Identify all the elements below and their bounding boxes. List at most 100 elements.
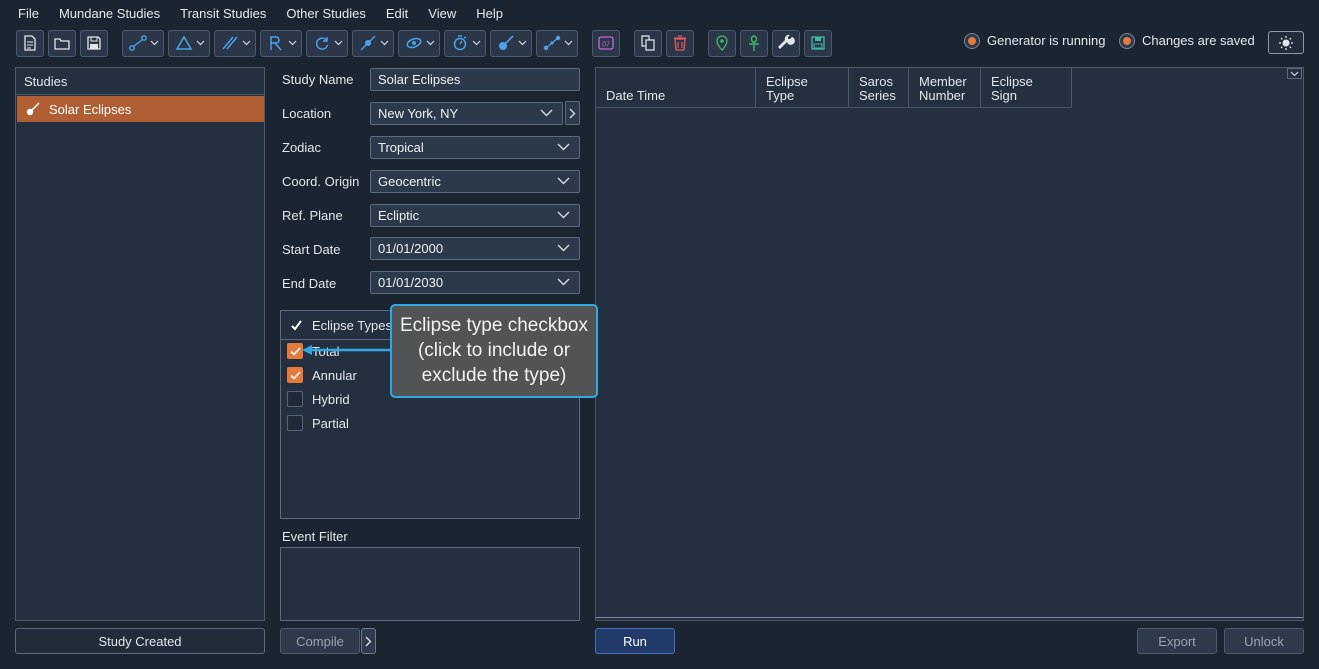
wrench-icon bbox=[778, 34, 795, 49]
ref-plane-select[interactable]: Ecliptic bbox=[370, 204, 580, 227]
copy-button[interactable] bbox=[634, 29, 662, 57]
studies-header: Studies bbox=[16, 68, 264, 95]
end-date-select[interactable]: 01/01/2030 bbox=[370, 271, 580, 294]
cycle-dropdown[interactable] bbox=[306, 29, 348, 57]
eclipse-type-hybrid-checkbox[interactable] bbox=[287, 391, 303, 407]
eclipse-type-hybrid[interactable]: Hybrid bbox=[287, 389, 350, 409]
chevron-down-icon bbox=[288, 40, 296, 46]
delete-button[interactable] bbox=[666, 29, 694, 57]
export-button[interactable]: Export bbox=[1137, 628, 1217, 654]
eclipse-types-header-label: Eclipse Types bbox=[312, 317, 392, 333]
planet-node-dropdown[interactable] bbox=[352, 29, 394, 57]
chevron-down-icon bbox=[426, 40, 434, 46]
column-eclipse-sign[interactable]: Eclipse Sign bbox=[981, 68, 1072, 108]
sun-icon bbox=[1279, 35, 1293, 50]
run-button[interactable]: Run bbox=[595, 628, 675, 654]
menu-help[interactable]: Help bbox=[466, 6, 513, 21]
ref-plane-label: Ref. Plane bbox=[282, 208, 343, 223]
menu-file[interactable]: File bbox=[8, 6, 49, 21]
cycle-icon bbox=[315, 37, 328, 50]
coord-origin-select[interactable]: Geocentric bbox=[370, 170, 580, 193]
study-item-label: Solar Eclipses bbox=[49, 101, 132, 117]
study-item-solar-eclipses[interactable]: Solar Eclipses bbox=[17, 96, 264, 122]
chevron-right-icon bbox=[569, 108, 576, 118]
save-status-text: Changes are saved bbox=[1142, 33, 1255, 48]
midpoint-icon bbox=[543, 35, 560, 51]
study-created-button[interactable]: Study Created bbox=[15, 628, 265, 654]
chevron-down-icon bbox=[557, 143, 570, 151]
eclipse-type-partial-checkbox[interactable] bbox=[287, 415, 303, 431]
location-label: Location bbox=[282, 106, 332, 121]
generator-status: Generator is running bbox=[965, 33, 1106, 48]
parallel-dropdown[interactable] bbox=[214, 29, 256, 57]
save-button[interactable] bbox=[80, 29, 108, 57]
triangle-icon bbox=[175, 35, 192, 50]
menu-transit-studies[interactable]: Transit Studies bbox=[170, 6, 276, 21]
save-icon bbox=[87, 36, 101, 50]
midpoint-dropdown[interactable] bbox=[536, 29, 578, 57]
start-date-select[interactable]: 01/01/2000 bbox=[370, 237, 580, 260]
copy-icon bbox=[641, 35, 655, 51]
location-select[interactable]: New York, NY bbox=[370, 102, 563, 125]
wrench-button[interactable] bbox=[772, 29, 800, 57]
aspect-line-dropdown[interactable] bbox=[122, 29, 164, 57]
menu-view[interactable]: View bbox=[418, 6, 466, 21]
compile-button[interactable]: Compile bbox=[280, 628, 360, 654]
ref-plane-value: Ecliptic bbox=[378, 208, 420, 223]
chevron-down-icon bbox=[557, 278, 570, 286]
menu-mundane-studies[interactable]: Mundane Studies bbox=[49, 6, 170, 21]
event-filter-input[interactable] bbox=[280, 547, 580, 621]
calendar-icon: 07 bbox=[598, 36, 614, 50]
location-expand-button[interactable] bbox=[565, 101, 580, 125]
callout-annotation: Eclipse type checkbox (click to include … bbox=[390, 304, 598, 398]
start-date-label: Start Date bbox=[282, 242, 341, 257]
chevron-down-icon bbox=[557, 177, 570, 185]
generator-status-indicator bbox=[965, 33, 979, 48]
save-data-button[interactable] bbox=[804, 29, 832, 57]
open-folder-button[interactable] bbox=[48, 29, 76, 57]
coord-origin-value: Geocentric bbox=[378, 174, 441, 189]
open-folder-icon bbox=[54, 38, 70, 50]
planet-node-icon bbox=[360, 35, 375, 51]
scrollbar-track[interactable] bbox=[596, 617, 1303, 618]
eclipse-type-annular[interactable]: Annular bbox=[287, 365, 357, 385]
location-icon bbox=[716, 35, 728, 51]
column-saros-series[interactable]: Saros Series bbox=[849, 68, 909, 108]
study-name-value: Solar Eclipses bbox=[378, 72, 461, 87]
generator-status-text: Generator is running bbox=[987, 33, 1106, 48]
theme-toggle-button[interactable] bbox=[1268, 31, 1304, 54]
eclipse-type-annular-checkbox[interactable] bbox=[287, 367, 303, 383]
location-button[interactable] bbox=[708, 29, 736, 57]
chevron-down-icon bbox=[472, 40, 480, 46]
study-name-input[interactable]: Solar Eclipses bbox=[370, 68, 580, 91]
chevron-down-icon bbox=[518, 40, 526, 46]
orbit-dropdown[interactable] bbox=[398, 29, 440, 57]
new-file-button[interactable] bbox=[16, 29, 44, 57]
column-member-number[interactable]: Member Number bbox=[909, 68, 981, 108]
ankh-button[interactable] bbox=[740, 29, 768, 57]
timer-icon bbox=[453, 35, 466, 51]
chevron-right-icon bbox=[365, 636, 372, 646]
column-date-time[interactable]: Date Time bbox=[596, 68, 756, 108]
save-status-indicator bbox=[1120, 33, 1134, 48]
unlock-button[interactable]: Unlock bbox=[1224, 628, 1304, 654]
menu-other-studies[interactable]: Other Studies bbox=[276, 6, 376, 21]
timer-dropdown[interactable] bbox=[444, 29, 486, 57]
column-menu-button[interactable] bbox=[1287, 68, 1302, 79]
chevron-down-icon bbox=[557, 244, 570, 252]
compile-options-button[interactable] bbox=[361, 628, 376, 654]
eclipse-dropdown[interactable] bbox=[490, 29, 532, 57]
studies-panel: Studies Solar Eclipses bbox=[15, 67, 265, 621]
triangle-dropdown[interactable] bbox=[168, 29, 210, 57]
column-eclipse-type[interactable]: Eclipse Type bbox=[756, 68, 849, 108]
menu-edit[interactable]: Edit bbox=[376, 6, 418, 21]
zodiac-select[interactable]: Tropical bbox=[370, 136, 580, 159]
retrograde-dropdown[interactable] bbox=[260, 29, 302, 57]
eclipse-icon bbox=[26, 102, 40, 116]
eclipse-type-partial[interactable]: Partial bbox=[287, 413, 349, 433]
chevron-down-icon bbox=[557, 211, 570, 219]
retrograde-icon bbox=[269, 36, 282, 51]
coord-origin-label: Coord. Origin bbox=[282, 174, 360, 189]
zodiac-value: Tropical bbox=[378, 140, 424, 155]
calendar-button[interactable]: 07 bbox=[592, 29, 620, 57]
